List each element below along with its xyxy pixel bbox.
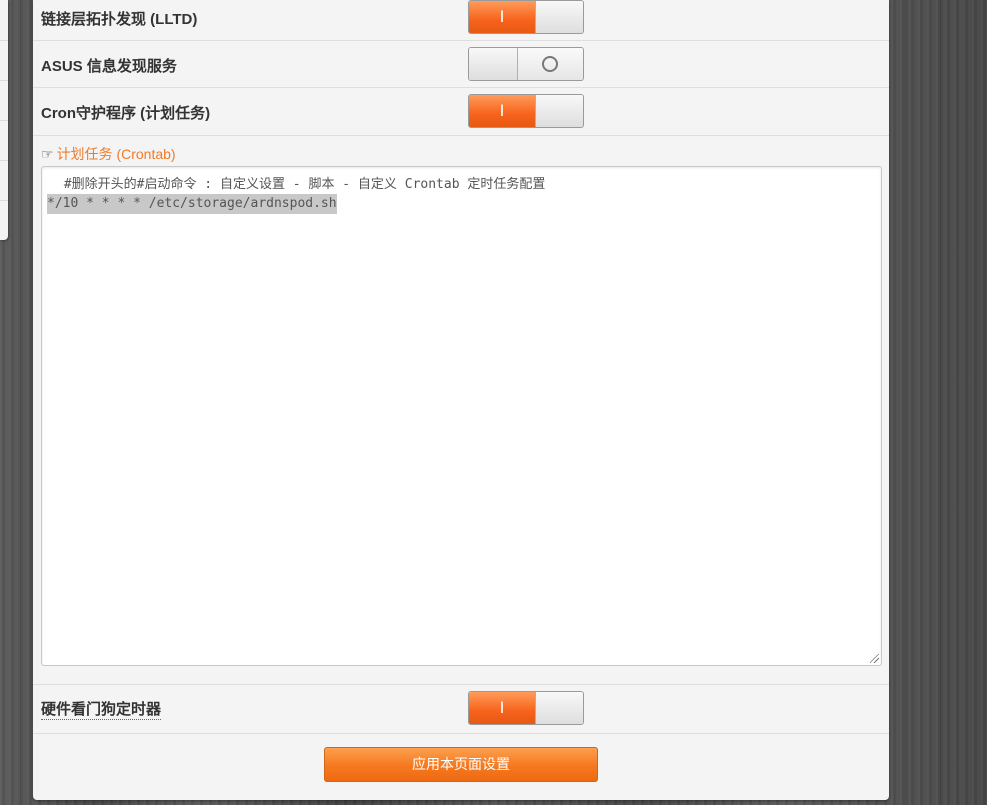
crontab-comment-line: #删除开头的#启动命令 : 自定义设置 - 脚本 - 自定义 Crontab 定… — [56, 177, 546, 192]
lltd-toggle[interactable]: I — [468, 0, 584, 34]
setting-row-watchdog: 硬件看门狗定时器 I — [33, 684, 889, 734]
setting-row-lltd: 链接层拓扑发现 (LLTD) I — [33, 0, 889, 41]
setting-row-asus-discovery: ASUS 信息发现服务 — [33, 41, 889, 88]
setting-label-asus-discovery: ASUS 信息发现服务 — [41, 58, 177, 75]
toggle-on-glyph: I — [469, 692, 535, 724]
settings-panel: 链接层拓扑发现 (LLTD) I ASUS 信息发现服务 Cron守护程序 (计… — [33, 0, 889, 800]
toggle-on-glyph: I — [469, 95, 535, 127]
watchdog-toggle[interactable]: I — [468, 691, 584, 725]
crontab-textarea[interactable]: #删除开头的#启动命令 : 自定义设置 - 脚本 - 自定义 Crontab 定… — [41, 166, 882, 666]
setting-row-cron: Cron守护程序 (计划任务) I — [33, 88, 889, 136]
setting-label-cron: Cron守护程序 (计划任务) — [41, 105, 211, 122]
setting-label-watchdog: 硬件看门狗定时器 — [41, 698, 162, 720]
crontab-selected-line: */10 * * * * /etc/storage/ardnspod.sh — [47, 194, 337, 214]
apply-settings-button[interactable]: 应用本页面设置 — [324, 747, 598, 782]
setting-label-lltd: 链接层拓扑发现 (LLTD) — [41, 11, 198, 28]
resize-handle-icon[interactable] — [870, 654, 879, 663]
crontab-section-title: ☞ 计划任务 (Crontab) — [41, 146, 176, 162]
toggle-on-glyph: I — [469, 1, 535, 33]
cron-toggle[interactable]: I — [468, 94, 584, 128]
side-menu-edge — [0, 0, 8, 240]
toggle-off-circle-icon — [542, 56, 558, 72]
asus-discovery-toggle[interactable] — [468, 47, 584, 81]
pointing-hand-icon: ☞ — [41, 146, 54, 162]
